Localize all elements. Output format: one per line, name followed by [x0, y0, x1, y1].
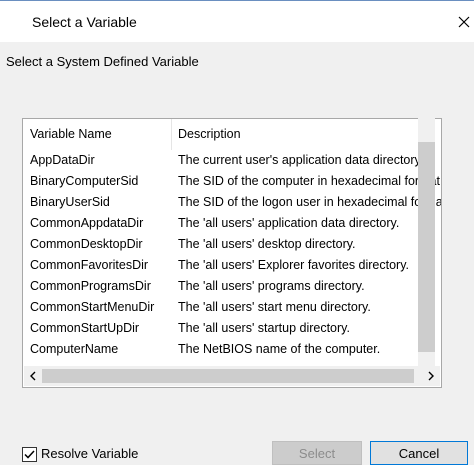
table-row[interactable]: CommonFavoritesDir The 'all users' Explo…	[23, 255, 441, 275]
variable-name-cell: CommonProgramsDir	[30, 279, 151, 293]
table-row[interactable]: AppDataDir The current user's applicatio…	[23, 150, 441, 170]
description-cell: The 'all users' start menu directory.	[178, 300, 371, 314]
resolve-variable-checkbox[interactable]: Resolve Variable	[22, 446, 138, 462]
column-header-description[interactable]: Description	[178, 127, 241, 141]
horizontal-scrollbar[interactable]	[24, 366, 440, 386]
close-icon	[458, 16, 470, 27]
close-button[interactable]	[454, 1, 474, 42]
variable-name-cell: CommonStartUpDir	[30, 321, 140, 335]
title-bar: Select a Variable	[0, 1, 474, 42]
description-cell: The 'all users' desktop directory.	[178, 237, 356, 251]
checkbox-box[interactable]	[22, 447, 37, 462]
checkmark-icon	[24, 450, 35, 459]
table-row[interactable]: CommonAppdataDir The 'all users' applica…	[23, 213, 441, 233]
scroll-left-button[interactable]	[24, 366, 42, 386]
variable-name-cell: BinaryComputerSid	[30, 174, 139, 188]
vertical-scroll-thumb[interactable]	[418, 142, 435, 352]
cancel-button[interactable]: Cancel	[370, 441, 468, 465]
table-row[interactable]: CommonProgramsDir The 'all users' progra…	[23, 276, 441, 296]
vertical-scrollbar[interactable]	[418, 118, 435, 368]
description-cell: The 'all users' programs directory.	[178, 279, 365, 293]
select-button[interactable]: Select	[272, 441, 362, 465]
variable-name-cell: CommonDesktopDir	[30, 237, 143, 251]
scroll-right-button[interactable]	[422, 366, 440, 386]
column-header-variable-name[interactable]: Variable Name	[30, 127, 112, 141]
description-cell: The SID of the logon user in hexadecimal…	[178, 195, 441, 209]
description-cell: The 'all users' application data directo…	[178, 216, 400, 230]
horizontal-scroll-thumb[interactable]	[42, 369, 414, 383]
variable-name-cell: CommonStartMenuDir	[30, 300, 155, 314]
dialog-subtitle: Select a System Defined Variable	[6, 54, 199, 69]
list-header: Variable Name Description	[23, 119, 441, 150]
description-cell: The 'all users' startup directory.	[178, 321, 350, 335]
column-divider[interactable]	[171, 119, 172, 150]
description-cell: The current user's application data dire…	[178, 153, 421, 167]
chevron-right-icon	[428, 371, 434, 381]
description-cell: The NetBIOS name of the computer.	[178, 342, 381, 356]
table-row[interactable]: BinaryComputerSid The SID of the compute…	[23, 171, 441, 191]
table-row[interactable]: CommonDesktopDir The 'all users' desktop…	[23, 234, 441, 254]
variable-name-cell: BinaryUserSid	[30, 195, 110, 209]
resolve-variable-label[interactable]: Resolve Variable	[41, 446, 138, 462]
variable-name-cell: ComputerName	[30, 342, 119, 356]
table-row[interactable]: BinaryUserSid The SID of the logon user …	[23, 192, 441, 212]
table-row[interactable]: ComputerName The NetBIOS name of the com…	[23, 339, 441, 359]
variable-list[interactable]: Variable Name Description AppDataDir The…	[22, 118, 442, 388]
table-row[interactable]: CommonStartUpDir The 'all users' startup…	[23, 318, 441, 338]
chevron-left-icon	[30, 371, 36, 381]
description-cell: The 'all users' Explorer favorites direc…	[178, 258, 410, 272]
description-cell: The SID of the computer in hexadecimal f…	[178, 174, 440, 188]
list-rows: AppDataDir The current user's applicatio…	[23, 150, 441, 365]
variable-name-cell: CommonAppdataDir	[30, 216, 144, 230]
table-row[interactable]: CommonStartMenuDir The 'all users' start…	[23, 297, 441, 317]
dialog-title: Select a Variable	[32, 14, 137, 30]
variable-name-cell: CommonFavoritesDir	[30, 258, 149, 272]
variable-name-cell: AppDataDir	[30, 153, 95, 167]
